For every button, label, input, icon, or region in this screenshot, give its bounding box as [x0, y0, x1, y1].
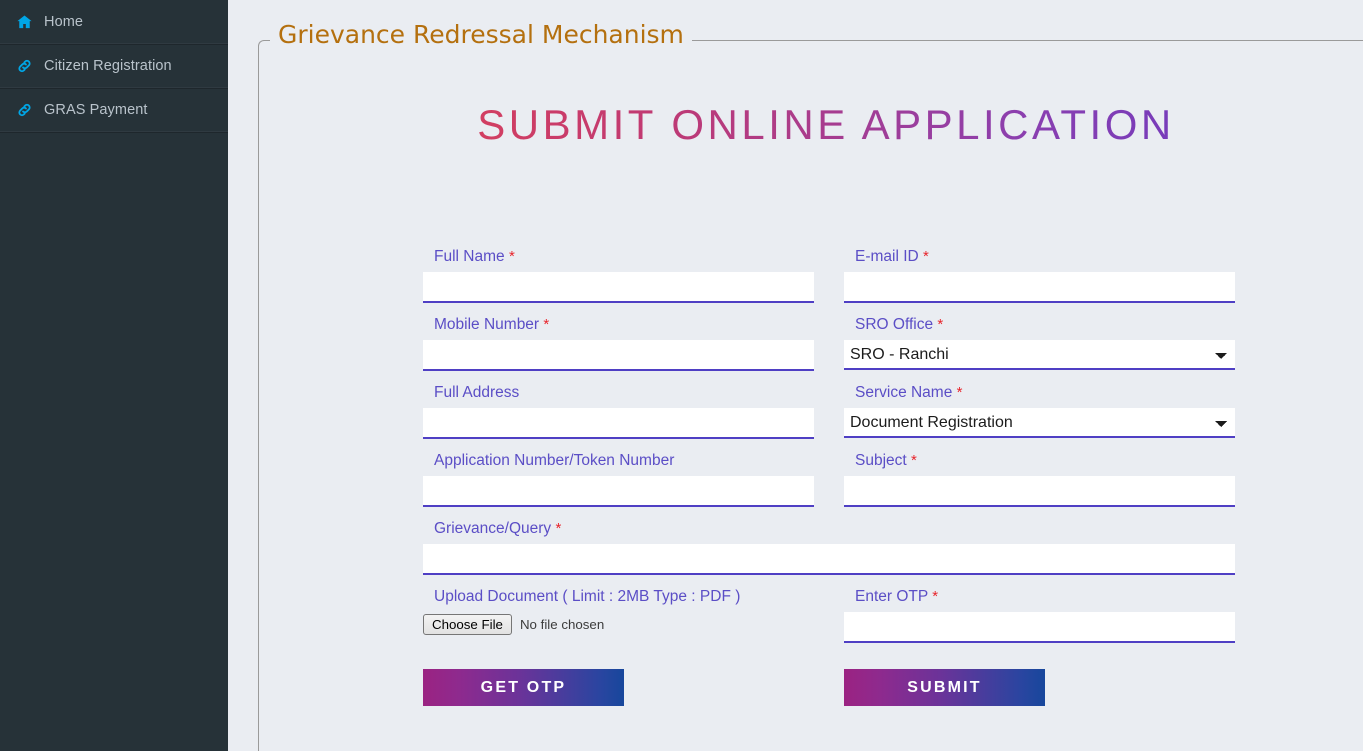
full-address-label-text: Full Address [434, 384, 520, 401]
required-marker: * [923, 248, 929, 265]
sidebar-item-label: Citizen Registration [44, 57, 172, 74]
file-input-wrapper[interactable]: Choose File No file chosen [423, 612, 814, 636]
form-row: Upload Document ( Limit : 2MB Type : PDF… [423, 587, 1235, 643]
required-marker: * [956, 384, 963, 401]
full-address-input[interactable] [423, 408, 814, 439]
full-name-input[interactable] [423, 272, 814, 303]
form-row: Grievance/Query * [423, 519, 1235, 575]
required-marker: * [508, 248, 515, 265]
grievance-fieldset: Grievance Redressal Mechanism SUBMIT ONL… [258, 20, 1363, 751]
submit-cell: SUBMIT [844, 669, 1235, 706]
required-marker: * [543, 316, 550, 333]
application-number-label-text: Application Number/Token Number [434, 452, 675, 469]
grievance-query-label-text: Grievance/Query [434, 520, 552, 537]
sro-office-label: SRO Office * [855, 315, 1235, 335]
home-icon [17, 15, 37, 29]
enter-otp-label-text: Enter OTP [855, 588, 928, 605]
form-row: Full Name * E-mail ID * [423, 247, 1235, 303]
application-number-input[interactable] [423, 476, 814, 507]
get-otp-cell: GET OTP [423, 669, 814, 706]
field-service-name: Service Name * Document Registration [844, 383, 1235, 439]
email-label-text: E-mail ID [855, 248, 919, 265]
field-mobile-number: Mobile Number * [423, 315, 814, 371]
grievance-query-input[interactable] [423, 544, 1235, 575]
fieldset-legend: Grievance Redressal Mechanism [270, 20, 692, 50]
field-upload-document: Upload Document ( Limit : 2MB Type : PDF… [423, 587, 814, 643]
mobile-number-label: Mobile Number * [434, 315, 814, 335]
grievance-form: Full Name * E-mail ID * Mobile Number * … [423, 247, 1235, 718]
page-title: SUBMIT ONLINE APPLICATION [259, 41, 1363, 149]
link-icon [17, 103, 37, 117]
upload-document-label-text: Upload Document ( Limit : 2MB Type : PDF… [434, 588, 741, 605]
form-row: Mobile Number * SRO Office * SRO - Ranch… [423, 315, 1235, 371]
get-otp-button[interactable]: GET OTP [423, 669, 624, 706]
service-name-label: Service Name * [855, 383, 1235, 403]
full-address-label: Full Address [434, 383, 814, 403]
sidebar: Home Citizen Registration GRAS Payment [0, 0, 228, 751]
field-subject: Subject * [844, 451, 1235, 507]
sro-office-label-text: SRO Office [855, 316, 934, 333]
enter-otp-label: Enter OTP * [855, 587, 1235, 607]
field-sro-office: SRO Office * SRO - Ranchi [844, 315, 1235, 371]
service-name-select[interactable]: Document Registration [844, 408, 1235, 438]
mobile-number-input[interactable] [423, 340, 814, 371]
email-input[interactable] [844, 272, 1235, 303]
full-name-label-text: Full Name [434, 248, 505, 265]
mobile-number-label-text: Mobile Number [434, 316, 540, 333]
subject-label-text: Subject [855, 452, 907, 469]
grievance-query-label: Grievance/Query * [434, 519, 1235, 539]
field-application-number: Application Number/Token Number [423, 451, 814, 507]
enter-otp-input[interactable] [844, 612, 1235, 643]
field-email: E-mail ID * [844, 247, 1235, 303]
application-number-label: Application Number/Token Number [434, 451, 814, 471]
sidebar-item-citizen-registration[interactable]: Citizen Registration [0, 44, 228, 88]
form-actions-row: GET OTP SUBMIT [423, 669, 1235, 706]
form-row: Full Address Service Name * Document Reg… [423, 383, 1235, 439]
file-status-text: No file chosen [519, 616, 605, 632]
required-marker: * [932, 588, 939, 605]
field-full-name: Full Name * [423, 247, 814, 303]
service-name-label-text: Service Name [855, 384, 953, 401]
sidebar-item-label: Home [44, 13, 84, 30]
email-label: E-mail ID * [855, 247, 1235, 267]
sidebar-item-label: GRAS Payment [44, 101, 148, 118]
required-marker: * [937, 316, 944, 333]
choose-file-button[interactable]: Choose File [423, 613, 512, 635]
full-name-label: Full Name * [434, 247, 814, 267]
subject-input[interactable] [844, 476, 1235, 507]
sro-office-select[interactable]: SRO - Ranchi [844, 340, 1235, 370]
form-row: Application Number/Token Number Subject … [423, 451, 1235, 507]
subject-label: Subject * [855, 451, 1235, 471]
main-content: Grievance Redressal Mechanism SUBMIT ONL… [228, 0, 1363, 751]
app-root: Home Citizen Registration GRAS Payment G… [0, 0, 1363, 751]
submit-button[interactable]: SUBMIT [844, 669, 1045, 706]
sidebar-item-home[interactable]: Home [0, 0, 228, 44]
link-icon [17, 59, 37, 73]
field-grievance-query: Grievance/Query * [423, 519, 1235, 575]
upload-document-label: Upload Document ( Limit : 2MB Type : PDF… [434, 587, 814, 607]
field-enter-otp: Enter OTP * [844, 587, 1235, 643]
field-full-address: Full Address [423, 383, 814, 439]
required-marker: * [555, 520, 562, 537]
sidebar-item-gras-payment[interactable]: GRAS Payment [0, 88, 228, 132]
required-marker: * [911, 452, 917, 469]
